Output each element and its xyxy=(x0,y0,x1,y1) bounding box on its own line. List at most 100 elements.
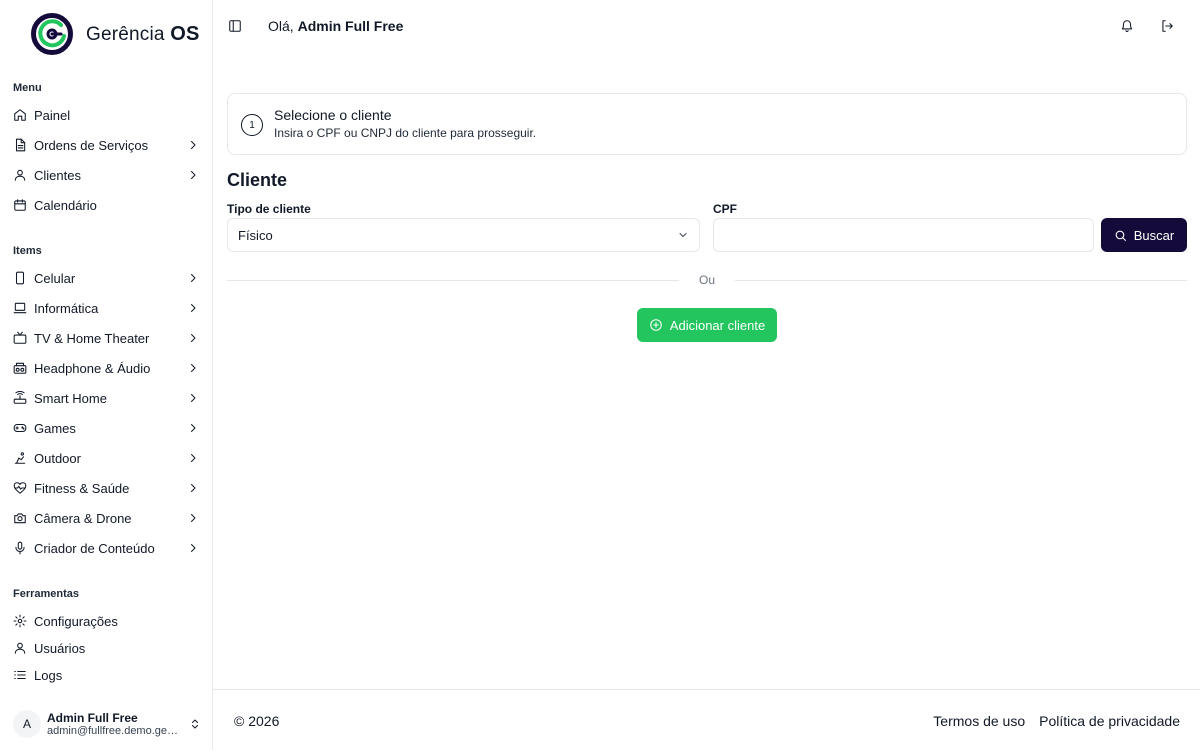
chevron-right-icon xyxy=(187,512,199,524)
avatar: A xyxy=(13,710,41,738)
search-button-label: Buscar xyxy=(1133,227,1175,243)
sidebar-item-camera-drone[interactable]: Câmera & Drone xyxy=(13,506,199,530)
microphone-icon xyxy=(13,541,27,555)
top-header: Olá, Admin Full Free xyxy=(213,0,1200,54)
sidebar-item-label: Games xyxy=(34,420,76,436)
section-title: Cliente xyxy=(227,170,288,190)
plus-circle-icon xyxy=(650,319,662,331)
chevron-right-icon xyxy=(187,302,199,314)
client-type-label: Tipo de cliente xyxy=(227,202,311,216)
chevron-right-icon xyxy=(187,139,199,151)
sidebar-item-label: Calendário xyxy=(34,197,97,213)
sidebar-item-ordens-de-servicos[interactable]: Ordens de Serviços xyxy=(13,133,199,157)
document-icon xyxy=(13,138,27,152)
chevron-down-icon xyxy=(679,233,687,237)
footer-links: Termos de uso Política de privacidade xyxy=(933,713,1180,729)
sidebar-item-criador-de-conteudo[interactable]: Criador de Conteúdo xyxy=(13,536,199,560)
router-icon xyxy=(13,391,27,405)
sidebar-item-celular[interactable]: Celular xyxy=(13,266,199,290)
chevrons-up-down-icon xyxy=(189,717,201,731)
laptop-icon xyxy=(13,301,27,315)
search-icon xyxy=(1115,230,1126,241)
bell-icon[interactable] xyxy=(1120,19,1134,33)
sidebar-item-games[interactable]: Games xyxy=(13,416,199,440)
sidebar-item-label: Logs xyxy=(34,667,63,683)
add-client-button-label: Adicionar cliente xyxy=(669,317,766,333)
sidebar-item-smart-home[interactable]: Smart Home xyxy=(13,386,199,410)
sidebar-item-label: Ordens de Serviços xyxy=(34,137,149,153)
calendar-icon xyxy=(13,198,27,212)
sidebar-item-label: Fitness & Saúde xyxy=(34,480,130,496)
step-number: 1 xyxy=(241,114,263,136)
sidebar-item-configuracoes[interactable]: Configurações xyxy=(13,609,199,633)
sidebar-item-label: Clientes xyxy=(34,167,81,183)
outdoor-icon xyxy=(13,451,27,465)
user-icon xyxy=(13,168,27,182)
sidebar-item-label: Criador de Conteúdo xyxy=(34,540,155,556)
chevron-right-icon xyxy=(187,272,199,284)
sidebar-item-calendario[interactable]: Calendário xyxy=(13,193,199,217)
user-name: Admin Full Free xyxy=(47,711,138,725)
divider-text: Ou xyxy=(698,273,715,287)
step-title: Selecione o cliente xyxy=(274,107,392,123)
chevron-right-icon xyxy=(187,392,199,404)
sidebar-item-label: TV & Home Theater xyxy=(34,330,150,346)
step-card: 1 Selecione o cliente Insira o CPF ou CN… xyxy=(227,93,1187,155)
chevron-right-icon xyxy=(187,482,199,494)
chevron-right-icon xyxy=(187,332,199,344)
heart-pulse-icon xyxy=(13,481,27,495)
brand-logo-icon xyxy=(31,13,73,55)
user-email: admin@fullfree.demo.ger... xyxy=(47,725,179,737)
copyright: © 2026 xyxy=(234,713,280,729)
tv-icon xyxy=(13,331,27,345)
chevron-right-icon xyxy=(187,452,199,464)
search-button[interactable]: Buscar xyxy=(1101,218,1187,252)
chevron-right-icon xyxy=(187,362,199,374)
boombox-icon xyxy=(13,361,27,375)
logout-icon[interactable] xyxy=(1160,19,1174,33)
terms-link[interactable]: Termos de uso xyxy=(933,713,1025,729)
footer: © 2026 Termos de uso Política de privaci… xyxy=(213,689,1200,750)
sidebar-item-label: Configurações xyxy=(34,613,118,629)
step-description: Insira o CPF ou CNPJ do cliente para pro… xyxy=(274,126,537,140)
sidebar-item-clientes[interactable]: Clientes xyxy=(13,163,199,187)
sidebar-item-label: Celular xyxy=(34,270,76,286)
cpf-input[interactable] xyxy=(713,218,1094,252)
client-type-value: Físico xyxy=(238,227,273,243)
sidebar-item-outdoor[interactable]: Outdoor xyxy=(13,446,199,470)
chevron-right-icon xyxy=(187,169,199,181)
client-type-select[interactable]: Físico xyxy=(227,218,700,252)
user-menu[interactable]: A Admin Full Free admin@fullfree.demo.ge… xyxy=(13,708,201,740)
tools-group-label: Ferramentas xyxy=(13,588,80,600)
smartphone-icon xyxy=(13,271,27,285)
home-icon xyxy=(13,108,27,122)
sidebar-toggle-icon[interactable] xyxy=(228,19,242,33)
chevron-right-icon xyxy=(187,422,199,434)
privacy-link[interactable]: Política de privacidade xyxy=(1039,713,1180,729)
brand-name: Gerência OS xyxy=(86,22,200,45)
sidebar-item-headphone-audio[interactable]: Headphone & Áudio xyxy=(13,356,199,380)
brand[interactable]: Gerência OS xyxy=(31,13,199,55)
camera-icon xyxy=(13,511,27,525)
sidebar-item-painel[interactable]: Painel xyxy=(13,103,199,127)
gear-icon xyxy=(13,614,27,628)
sidebar-item-label: Câmera & Drone xyxy=(34,510,132,526)
sidebar-item-usuarios[interactable]: Usuários xyxy=(13,636,199,660)
sidebar-item-label: Usuários xyxy=(34,640,86,656)
sidebar-item-label: Outdoor xyxy=(34,450,81,466)
add-client-button[interactable]: Adicionar cliente xyxy=(637,308,777,342)
user-icon xyxy=(13,641,27,655)
list-icon xyxy=(13,668,27,682)
sidebar-item-fitness-saude[interactable]: Fitness & Saúde xyxy=(13,476,199,500)
items-group-label: Items xyxy=(13,245,42,257)
sidebar: Gerência OS Menu Painel Ordens de Serviç… xyxy=(0,0,213,750)
sidebar-item-label: Headphone & Áudio xyxy=(34,360,151,376)
sidebar-item-logs[interactable]: Logs xyxy=(13,663,199,687)
menu-group-label: Menu xyxy=(13,82,42,94)
sidebar-item-tv-home-theater[interactable]: TV & Home Theater xyxy=(13,326,199,350)
sidebar-item-informatica[interactable]: Informática xyxy=(13,296,199,320)
chevron-right-icon xyxy=(187,542,199,554)
sidebar-item-label: Painel xyxy=(34,107,71,123)
user-info: Admin Full Free admin@fullfree.demo.ger.… xyxy=(47,711,189,737)
greeting: Olá, Admin Full Free xyxy=(268,18,404,34)
